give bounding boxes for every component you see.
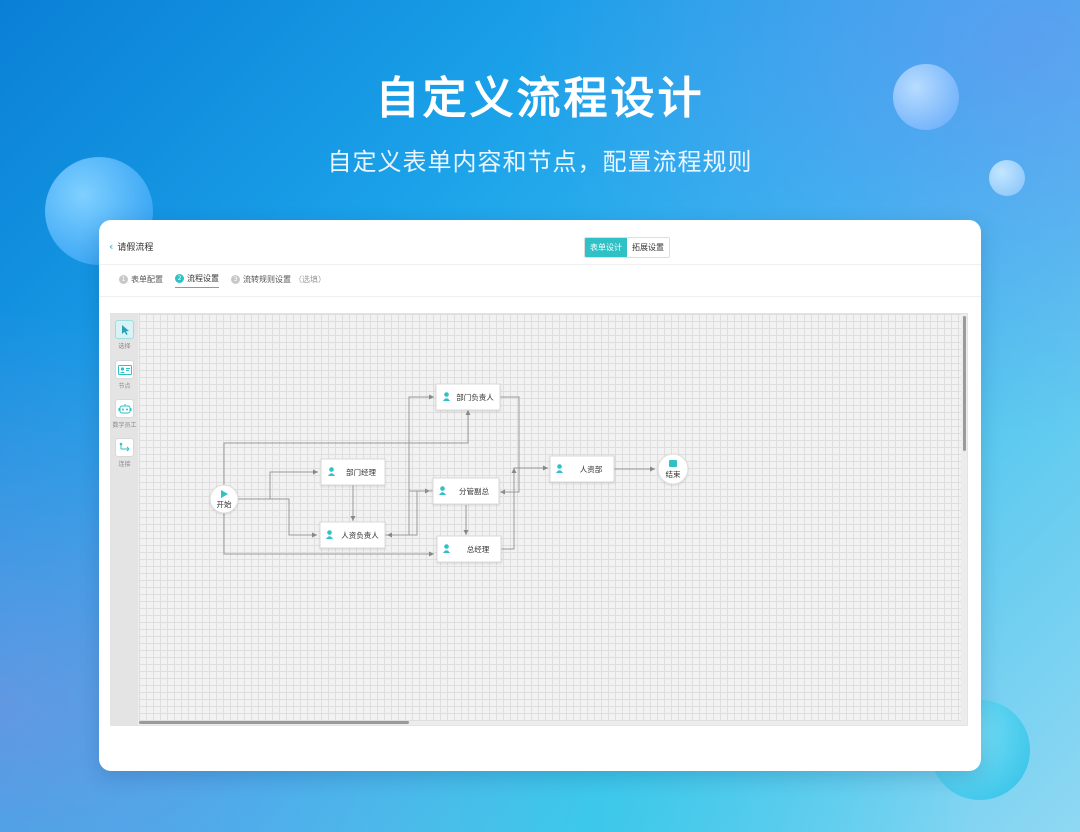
end-node[interactable]: 结束 bbox=[657, 453, 689, 485]
page-title: 请假流程 bbox=[117, 243, 154, 253]
view-toggle: 表单设计 拓展设置 bbox=[584, 237, 670, 258]
start-label: 开始 bbox=[217, 499, 232, 509]
edge bbox=[385, 394, 434, 536]
edge bbox=[238, 469, 318, 500]
step-label: 流转规则设置 bbox=[243, 274, 291, 284]
step-number: 2 bbox=[175, 274, 184, 283]
edge bbox=[387, 490, 434, 538]
flow-node[interactable]: 部门负责人 bbox=[435, 383, 501, 411]
flow-node[interactable]: 人资部 bbox=[549, 455, 615, 483]
window-header: ‹ 请假流程 表单设计 拓展设置 bbox=[99, 220, 981, 265]
app-window: ‹ 请假流程 表单设计 拓展设置 1 表单配置 2 流程设置 3 流转规则设置 … bbox=[99, 220, 981, 771]
start-node[interactable]: 开始 bbox=[209, 484, 239, 514]
edge bbox=[500, 396, 520, 495]
step-hint: （选填） bbox=[294, 274, 326, 284]
step-form-config[interactable]: 1 表单配置 bbox=[119, 274, 163, 288]
tab-extension-settings[interactable]: 拓展设置 bbox=[627, 238, 669, 257]
divider bbox=[99, 296, 981, 297]
hero-subtitle: 自定义表单内容和节点，配置流程规则 bbox=[327, 148, 753, 176]
flow-diagram: 开始 结束 部门负责人 部门经理 人资负责人 分管副总 总经理 人资部 bbox=[209, 383, 689, 563]
flow-node[interactable]: 人资负责人 bbox=[319, 521, 386, 549]
node-label: 部门经理 bbox=[346, 467, 376, 477]
step-flow-settings[interactable]: 2 流程设置 bbox=[175, 273, 219, 288]
node-label: 总经理 bbox=[467, 544, 490, 554]
edge bbox=[238, 498, 317, 538]
hero-title: 自定义流程设计 bbox=[375, 73, 705, 124]
node-label: 人资负责人 bbox=[341, 530, 379, 540]
tab-form-design[interactable]: 表单设计 bbox=[585, 238, 627, 257]
node-label: 人资部 bbox=[580, 464, 603, 474]
step-label: 表单配置 bbox=[131, 274, 163, 284]
flow-node[interactable]: 总经理 bbox=[436, 535, 502, 563]
step-number: 3 bbox=[231, 274, 240, 284]
step-transfer-rules[interactable]: 3 流转规则设置 （选填） bbox=[231, 274, 326, 288]
step-bar: 1 表单配置 2 流程设置 3 流转规则设置 （选填） bbox=[119, 273, 326, 288]
flow-node[interactable]: 部门经理 bbox=[320, 458, 386, 486]
edge bbox=[500, 468, 517, 550]
end-label: 结束 bbox=[666, 469, 681, 479]
step-number: 1 bbox=[119, 274, 128, 284]
flow-canvas: 选择 节点 数字员工 连接 开始 结束 部门负责人 部门经理 人资负责人 分管副… bbox=[110, 313, 968, 726]
flow-node[interactable]: 分管副总 bbox=[432, 477, 500, 505]
stop-icon bbox=[669, 460, 677, 467]
chevron-left-icon: ‹ bbox=[109, 240, 114, 253]
node-label: 部门负责人 bbox=[456, 392, 494, 402]
step-label: 流程设置 bbox=[187, 274, 219, 283]
edge bbox=[500, 465, 548, 493]
node-label: 分管副总 bbox=[459, 486, 489, 496]
back-button[interactable]: ‹ 请假流程 bbox=[109, 240, 153, 253]
